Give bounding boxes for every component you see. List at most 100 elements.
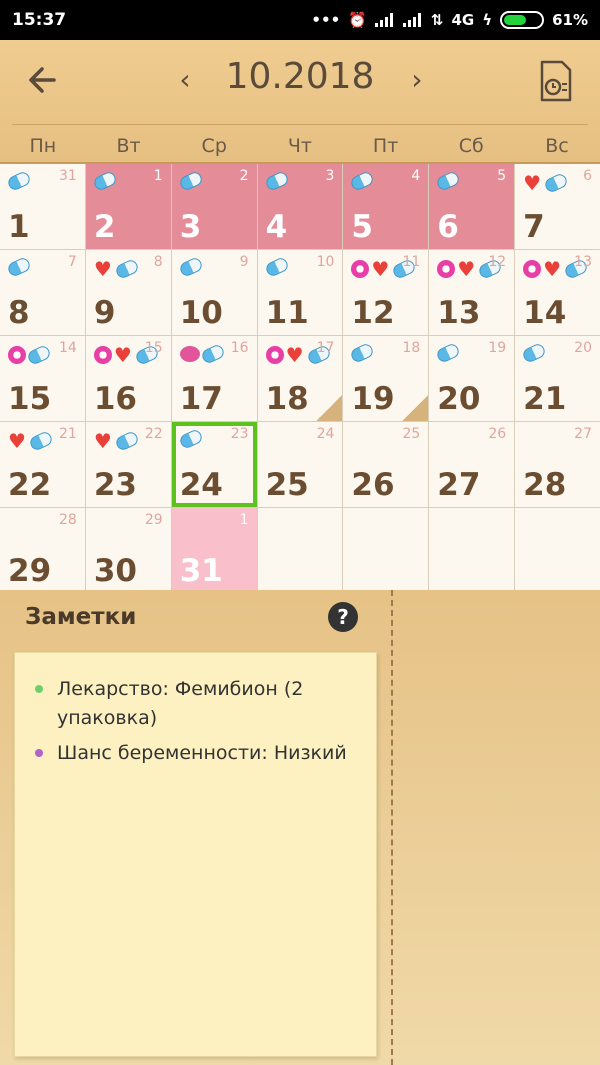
day-number: 29 (8, 553, 52, 589)
heart-icon: ♥ (285, 343, 304, 367)
day-cell[interactable]: 45 (343, 164, 429, 249)
more-icon: ••• (311, 11, 341, 29)
day-number: 12 (351, 295, 395, 331)
day-icons: ♥ (94, 258, 140, 280)
cycle-day-number: 10 (316, 254, 335, 270)
day-cell[interactable]: 29 30 (85, 508, 171, 593)
pill-icon (113, 258, 140, 280)
day-number: 31 (179, 553, 223, 589)
pill-icon (521, 342, 548, 364)
day-cell[interactable]: 12 (85, 164, 171, 249)
day-cell[interactable]: ♥ 17 18 (257, 336, 343, 421)
cycle-day-number: 29 (144, 512, 163, 528)
calendar-header: ‹ 10.2018 › Пн Вт Ср Чт Пт Сб Вс (0, 40, 600, 164)
weekday-label: Вс (545, 135, 569, 157)
day-cell[interactable]: ♥ 13 14 (515, 250, 600, 335)
flower-icon (265, 346, 284, 364)
day-number: 30 (93, 553, 137, 589)
day-cell[interactable]: 25 26 (343, 422, 429, 507)
day-cell[interactable]: 78 (0, 250, 85, 335)
pill-icon (435, 170, 462, 192)
day-cell[interactable]: 23 (171, 164, 257, 249)
flower-icon (8, 346, 26, 364)
day-cell[interactable]: 24 25 (257, 422, 343, 507)
day-cell[interactable]: 18 19 (343, 336, 429, 421)
flower-icon (93, 346, 112, 364)
empty-day-cell (257, 508, 343, 593)
cycle-day-number: 2 (239, 168, 249, 184)
day-cell[interactable]: 27 28 (515, 422, 600, 507)
cycle-day-number: 6 (583, 168, 592, 184)
weekday-label: Сб (458, 135, 484, 157)
day-number: 3 (179, 209, 202, 245)
day-cell[interactable]: 28 29 (0, 508, 85, 593)
day-cell[interactable]: ♥ 11 12 (343, 250, 429, 335)
day-cell[interactable]: ♥ 22 23 (85, 422, 171, 507)
day-cell[interactable]: 1 31 (171, 508, 257, 593)
day-cell[interactable]: 14 15 (0, 336, 85, 421)
day-number: 11 (265, 295, 309, 331)
next-month-button[interactable]: › (402, 62, 432, 98)
day-number: 4 (265, 209, 288, 245)
empty-day-cell (515, 508, 600, 593)
day-cell[interactable]: 56 (429, 164, 515, 249)
day-cell[interactable]: 9 10 (171, 250, 257, 335)
day-cell[interactable]: 10 11 (257, 250, 343, 335)
cycle-day-number: 8 (153, 254, 163, 270)
day-number: 8 (8, 295, 30, 331)
cycle-day-number: 14 (59, 340, 77, 356)
day-icons (8, 344, 52, 366)
cycle-day-number: 23 (230, 426, 249, 442)
day-cell[interactable]: ♥ 12 13 (429, 250, 515, 335)
pill-icon (91, 170, 118, 192)
day-icons (521, 342, 548, 364)
notes-list: Лекарство: Фемибион (2 упаковка) Шанс бер… (35, 675, 370, 774)
data-transfer-icon: ⇅ (430, 11, 444, 29)
cycle-day-number: 27 (574, 426, 592, 442)
day-cell[interactable]: 31 1 (0, 164, 85, 249)
day-cell[interactable]: 23 24 (171, 422, 257, 507)
previous-month-button[interactable]: ‹ (170, 62, 200, 98)
alarm-icon: ⏰ (348, 11, 367, 29)
day-number: 17 (179, 381, 223, 417)
back-arrow-icon[interactable] (24, 60, 64, 100)
day-cell[interactable]: ♥ 8 9 (85, 250, 171, 335)
day-icons (435, 342, 462, 364)
day-cell[interactable]: 20 21 (515, 336, 600, 421)
day-icons: ♥ (94, 430, 140, 452)
day-cell[interactable]: 16 17 (171, 336, 257, 421)
help-icon[interactable]: ? (328, 602, 358, 632)
status-icons: ••• ⏰ ⇅ 4G ϟ 61% (311, 11, 588, 29)
pill-icon (435, 342, 462, 364)
cycle-day-number: 22 (144, 426, 163, 442)
day-number: 26 (351, 467, 395, 503)
cycle-day-number: 28 (59, 512, 77, 528)
day-cell[interactable]: ♥ 15 16 (85, 336, 171, 421)
cycle-day-number: 24 (316, 426, 335, 442)
pill-icon (26, 344, 52, 366)
pill-icon (543, 172, 570, 194)
day-cell[interactable]: 26 27 (429, 422, 515, 507)
day-cell[interactable]: 19 20 (429, 336, 515, 421)
cycle-day-number: 11 (402, 254, 421, 270)
month-title: 10.2018 (225, 56, 375, 97)
report-icon[interactable] (538, 60, 574, 104)
day-cell[interactable]: ♥ 21 22 (0, 422, 85, 507)
day-cell[interactable]: 34 (257, 164, 343, 249)
signal-icon-2 (402, 13, 423, 27)
pill-icon (349, 342, 376, 364)
note-corner-icon (402, 395, 429, 421)
weekday-label: Чт (287, 135, 312, 157)
bullet-icon (35, 685, 43, 693)
cycle-day-number: 1 (239, 512, 249, 528)
day-cell[interactable]: ♥ 6 7 (515, 164, 600, 249)
pill-icon (6, 256, 32, 278)
note-text: Лекарство: Фемибион (2 упаковка) (57, 678, 304, 729)
day-number: 18 (265, 381, 309, 417)
day-number: 7 (523, 209, 545, 245)
notes-paper[interactable]: Лекарство: Фемибион (2 упаковка) Шанс бер… (14, 652, 377, 1057)
heart-icon: ♥ (457, 257, 476, 281)
day-icons (179, 343, 226, 365)
notes-divider (391, 590, 393, 1065)
calendar-grid: 31 1 1 2 2 3 3 4 4 5 5 6 ♥ 6 7 7 8 ♥ 8 9 9 10 10 11 ♥ 11 12 ♥ 12 13 ♥ 1… (0, 164, 600, 593)
